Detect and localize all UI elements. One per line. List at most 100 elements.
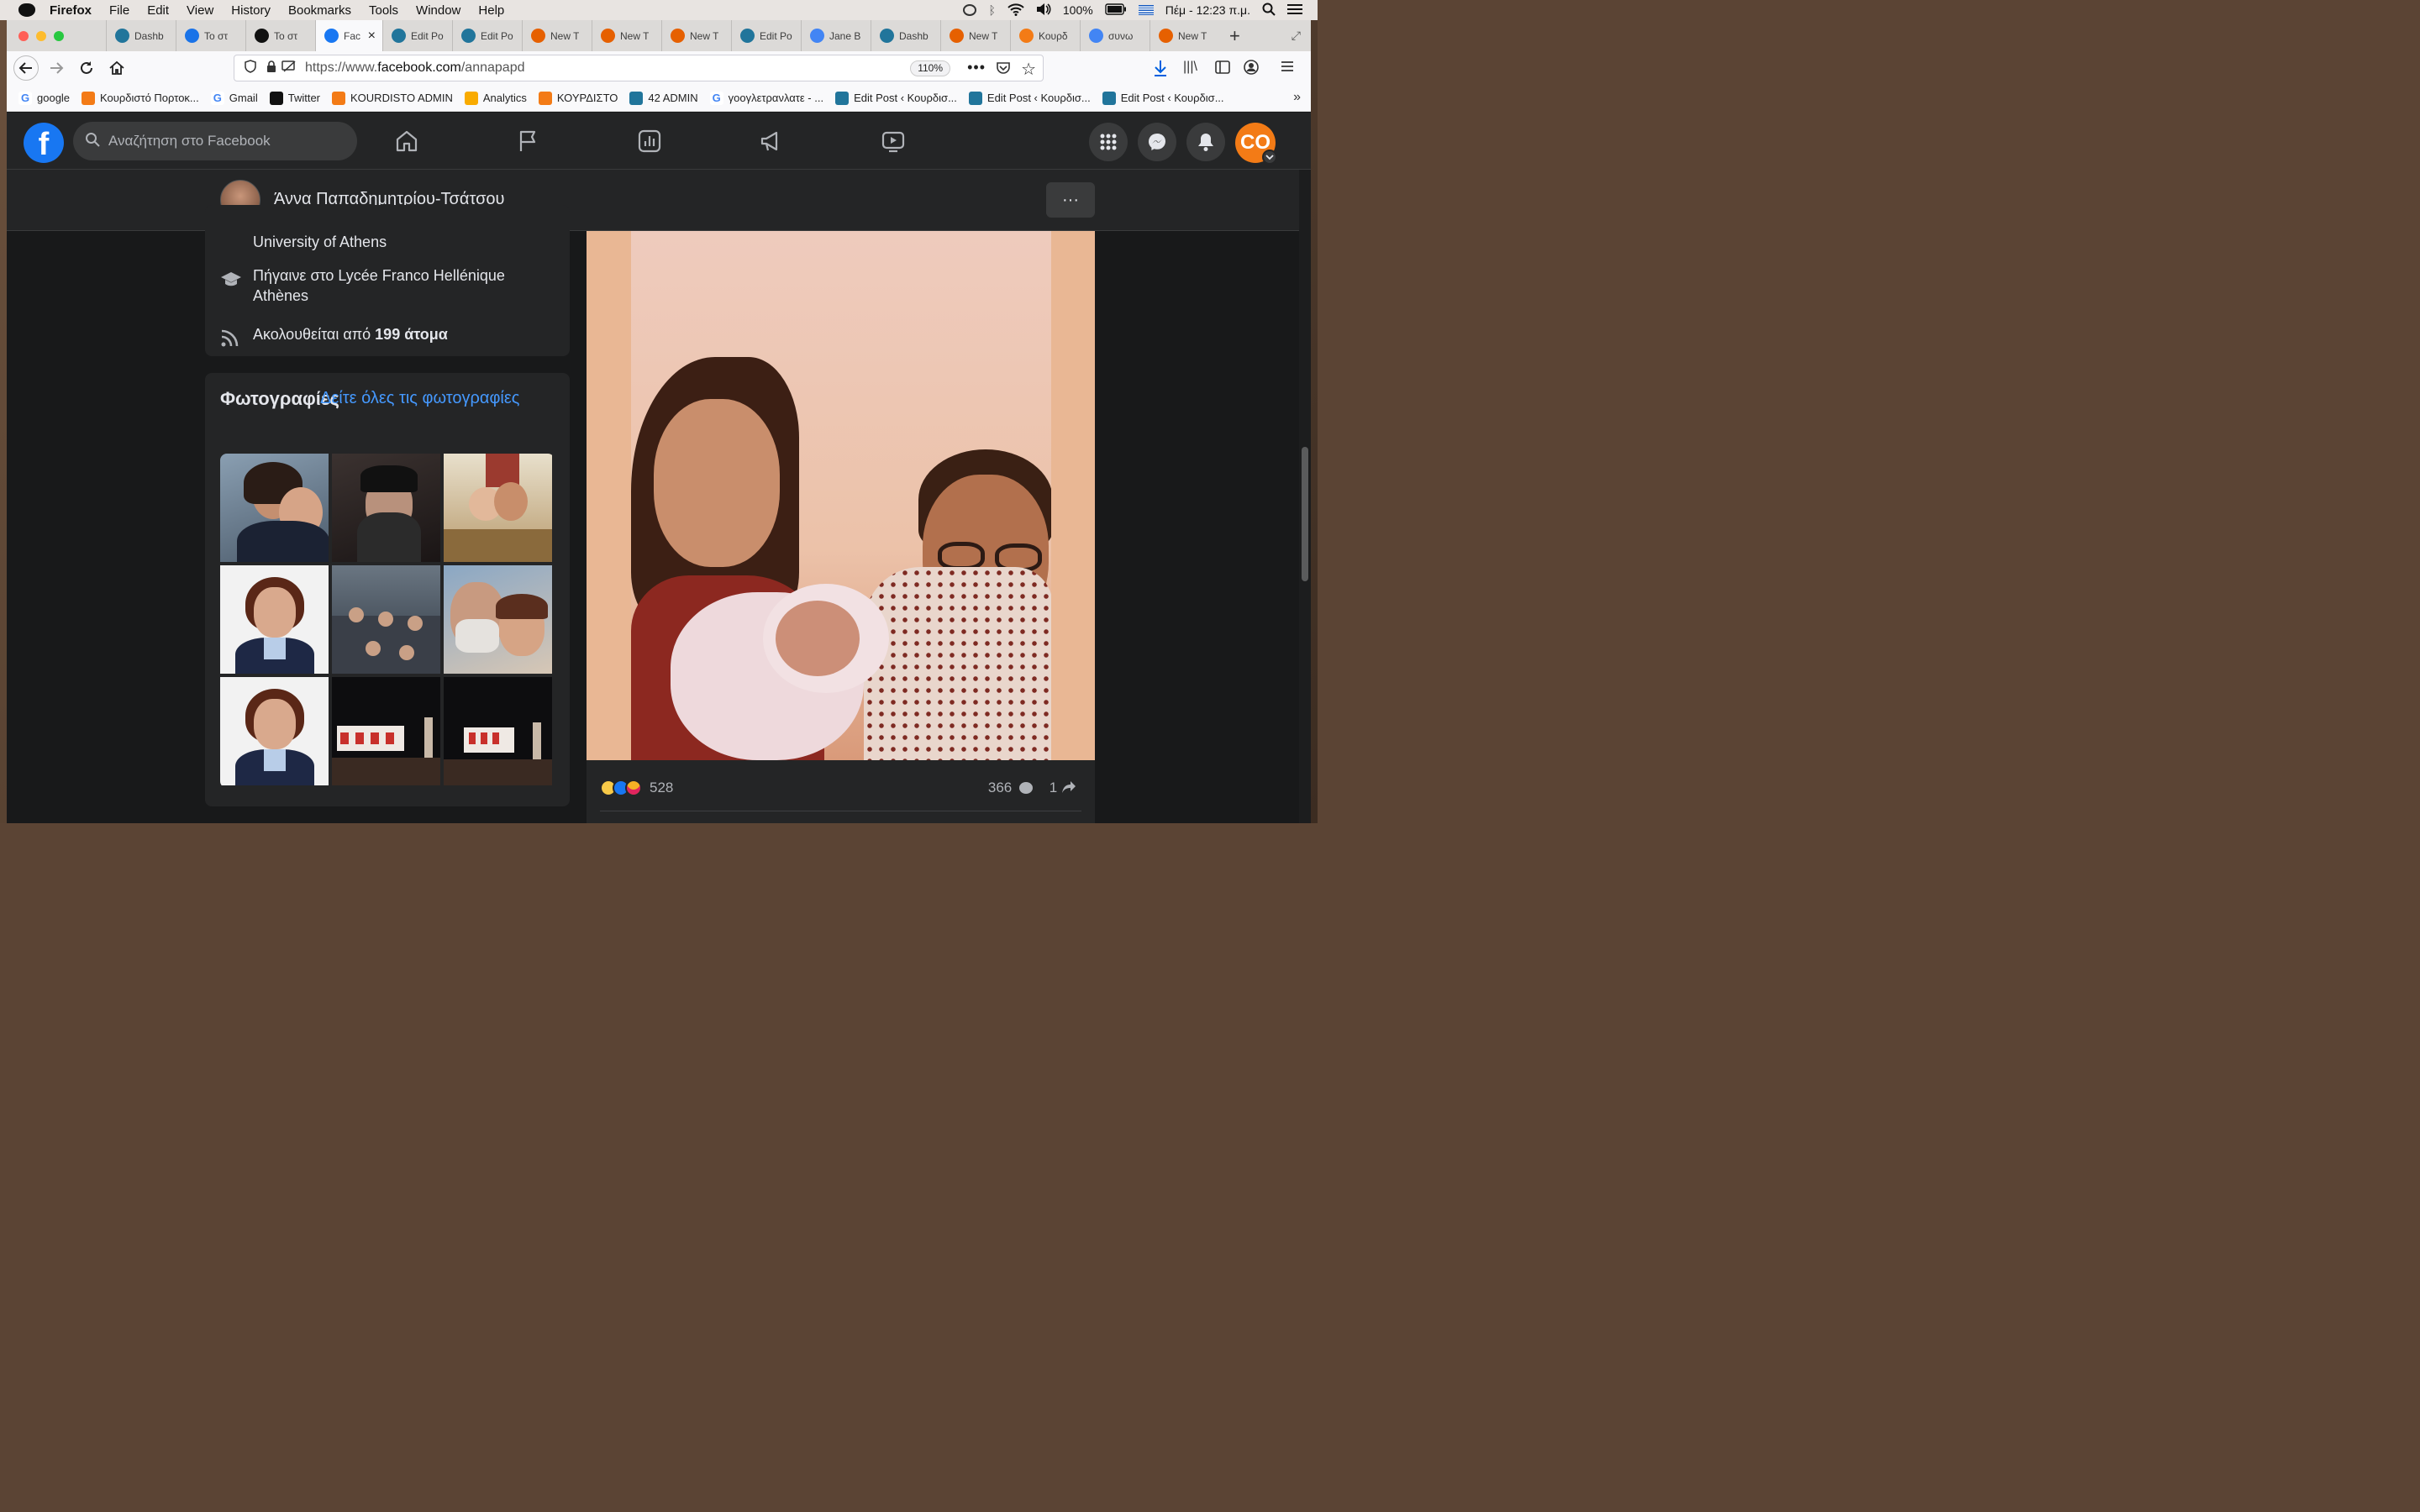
home-nav-icon[interactable] xyxy=(393,128,420,155)
bookmark-item[interactable]: Analytics xyxy=(464,91,527,105)
bookmark-star-icon[interactable]: ☆ xyxy=(1021,59,1036,80)
facebook-logo-icon[interactable]: f xyxy=(24,123,64,163)
browser-tab[interactable]: Το στ xyxy=(176,20,245,51)
photo-thumbnail[interactable] xyxy=(220,454,329,562)
photo-thumbnail[interactable] xyxy=(220,565,329,674)
photo-thumbnail[interactable] xyxy=(332,454,440,562)
menu-edit[interactable]: Edit xyxy=(147,3,169,18)
volume-icon[interactable] xyxy=(1036,3,1051,18)
followers-text[interactable]: Ακολουθείται από 199 άτομα xyxy=(253,324,448,344)
reaction-count[interactable]: 528 xyxy=(650,780,673,796)
bookmark-item[interactable]: KOURDISTO ADMIN xyxy=(332,91,453,105)
account-avatar[interactable]: CO xyxy=(1235,123,1277,165)
photo-thumbnail[interactable] xyxy=(332,565,440,674)
tracking-shield-icon[interactable] xyxy=(245,59,256,77)
notifications-button[interactable] xyxy=(1186,123,1225,161)
photo-thumbnail[interactable] xyxy=(444,565,552,674)
photo-thumbnail[interactable] xyxy=(332,677,440,785)
menu-window[interactable]: Window xyxy=(416,3,460,18)
bookmarks-overflow-icon[interactable]: » xyxy=(1293,90,1301,105)
tab-active[interactable]: Fac × xyxy=(315,20,382,51)
browser-tab[interactable]: New T xyxy=(661,20,731,51)
minimize-window-button[interactable] xyxy=(36,30,46,41)
apple-icon[interactable] xyxy=(18,3,35,17)
menu-bookmarks[interactable]: Bookmarks xyxy=(288,3,351,18)
app-menu-icon[interactable] xyxy=(1281,60,1294,76)
url-bar[interactable]: https://www.facebook.com/annapapd 110% •… xyxy=(234,55,1044,81)
watch-nav-icon[interactable] xyxy=(880,128,907,155)
wifi-icon[interactable] xyxy=(1007,3,1024,18)
bookmark-item[interactable]: Edit Post ‹ Κουρδισ... xyxy=(835,91,957,105)
facebook-search-input[interactable]: Αναζήτηση στο Facebook xyxy=(73,122,357,160)
menu-file[interactable]: File xyxy=(109,3,129,18)
library-icon[interactable]: |||\ xyxy=(1183,60,1197,75)
bookmark-item[interactable]: Κουρδιστό Πορτοκ... xyxy=(82,91,199,105)
comment-count[interactable]: 366 xyxy=(988,780,1033,796)
close-tab-icon[interactable]: × xyxy=(368,29,376,44)
account-icon[interactable] xyxy=(1244,60,1259,79)
permissions-icon[interactable] xyxy=(281,60,297,76)
browser-tab[interactable]: Edit Po xyxy=(452,20,522,51)
sidebar-icon[interactable] xyxy=(1215,60,1230,78)
menu-tools[interactable]: Tools xyxy=(369,3,398,18)
bookmark-item[interactable]: Ggoogle xyxy=(18,91,70,105)
bluetooth-icon[interactable]: ᛒ xyxy=(988,3,995,17)
menu-grid-button[interactable] xyxy=(1089,123,1128,161)
lock-icon[interactable] xyxy=(266,60,276,76)
bookmark-item[interactable]: G Gmail xyxy=(210,91,258,105)
bookmark-item[interactable]: Gγοογλετρανλατε - ... xyxy=(709,91,823,105)
browser-tab[interactable]: συνω xyxy=(1080,20,1150,51)
pocket-icon[interactable] xyxy=(996,61,1011,79)
menu-history[interactable]: History xyxy=(231,3,271,18)
browser-tab[interactable]: Dashb xyxy=(871,20,940,51)
downloads-icon[interactable] xyxy=(1153,60,1168,81)
menu-app-name[interactable]: Firefox xyxy=(50,3,92,18)
new-tab-button[interactable]: + xyxy=(1229,25,1240,47)
status-icon[interactable] xyxy=(963,4,977,16)
bookmark-item[interactable]: 42 ADMIN xyxy=(629,91,698,105)
close-window-button[interactable] xyxy=(18,30,29,41)
browser-tab[interactable]: New T xyxy=(940,20,1010,51)
messenger-button[interactable] xyxy=(1138,123,1176,161)
scrollbar-thumb[interactable] xyxy=(1302,447,1308,581)
page-actions-icon[interactable]: ••• xyxy=(967,59,986,76)
photos-title[interactable]: Φωτογραφίες xyxy=(220,386,339,411)
greek-flag-icon[interactable] xyxy=(1138,5,1154,15)
browser-tab[interactable]: New T xyxy=(1150,20,1219,51)
ads-nav-icon[interactable] xyxy=(758,128,785,155)
browser-tab[interactable]: Κουρδ xyxy=(1010,20,1080,51)
clock[interactable]: Πέμ - 12:23 π.μ. xyxy=(1165,3,1250,17)
reactions-summary[interactable]: 528 xyxy=(600,780,673,796)
bookmark-item[interactable]: Edit Post ‹ Κουρδισ... xyxy=(1102,91,1224,105)
photo-thumbnail[interactable] xyxy=(220,677,329,785)
menu-help[interactable]: Help xyxy=(478,3,504,18)
browser-tab[interactable]: Edit Po xyxy=(382,20,452,51)
bookmark-item[interactable]: Edit Post ‹ Κουρδισ... xyxy=(968,91,1091,105)
back-button[interactable] xyxy=(13,55,39,81)
reload-button[interactable] xyxy=(74,55,99,81)
pages-nav-icon[interactable] xyxy=(514,128,541,155)
browser-tab[interactable]: Edit Po xyxy=(731,20,801,51)
menu-view[interactable]: View xyxy=(187,3,213,18)
insights-nav-icon[interactable] xyxy=(636,128,663,155)
school-text[interactable]: Πήγαινε στο Lycée Franco Hellénique Athè… xyxy=(253,265,539,306)
more-options-button[interactable]: ··· xyxy=(1046,182,1095,218)
followers-count[interactable]: 199 άτομα xyxy=(375,326,448,343)
account-chevron-icon[interactable] xyxy=(1262,150,1277,165)
battery-icon[interactable] xyxy=(1105,3,1127,18)
browser-tab[interactable]: Το στ xyxy=(245,20,315,51)
post-photo[interactable] xyxy=(587,231,1095,760)
zoom-window-button[interactable] xyxy=(54,30,64,41)
expand-icon[interactable]: ⤢ xyxy=(1292,29,1301,43)
photo-thumbnail[interactable] xyxy=(444,677,552,785)
spotlight-icon[interactable] xyxy=(1262,3,1276,18)
share-count[interactable]: 1 xyxy=(1050,780,1076,796)
zoom-level-badge[interactable]: 110% xyxy=(910,60,950,76)
see-all-photos-link[interactable]: Δείτε όλες τις φωτογραφίες xyxy=(320,386,519,411)
photo-thumbnail[interactable] xyxy=(444,454,552,562)
browser-tab[interactable]: Jane B xyxy=(801,20,871,51)
browser-tab[interactable]: Dashb xyxy=(106,20,176,51)
forward-button[interactable] xyxy=(44,55,69,81)
page-scrollbar[interactable] xyxy=(1299,170,1311,823)
bookmark-item[interactable]: Twitter xyxy=(269,91,320,105)
